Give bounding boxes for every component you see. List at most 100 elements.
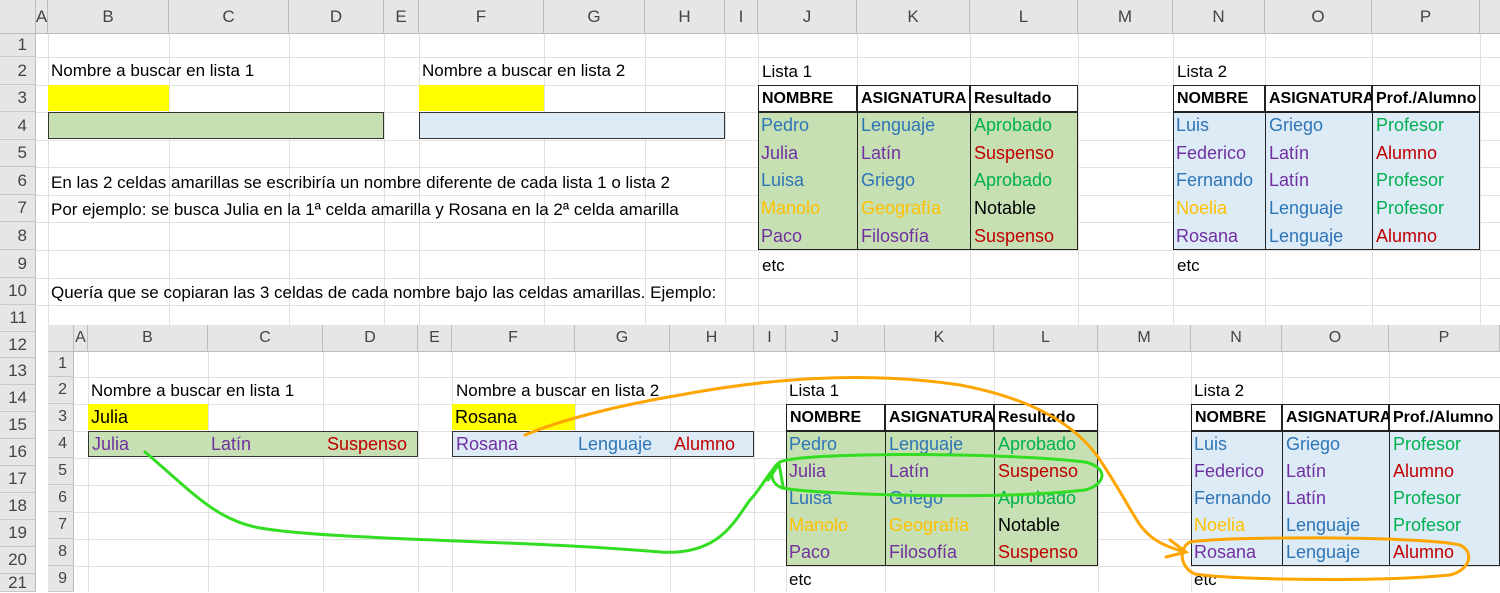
select-all-corner[interactable] [0, 0, 36, 34]
lista2-cell-asignatura[interactable]: Lenguaje [1265, 222, 1372, 250]
row-header-3[interactable]: 3 [0, 85, 36, 112]
lista2-cell-nombre[interactable]: Fernando [1173, 167, 1265, 195]
inner-lista1-cell-nombre[interactable]: Luisa [786, 485, 885, 512]
inner-lista2-cell-nombre[interactable]: Federico [1191, 458, 1282, 485]
search-cell-lista1[interactable] [48, 85, 169, 111]
inner-lista2-cell-rol[interactable]: Alumno [1389, 458, 1500, 485]
lista1-cell-nombre[interactable]: Manolo [758, 195, 857, 223]
inner-lista2-cell-nombre[interactable]: Luis [1191, 431, 1282, 458]
row-header-11[interactable]: 11 [0, 305, 36, 332]
lista2-cell-asignatura[interactable]: Griego [1265, 112, 1372, 140]
column-header-g[interactable]: G [544, 0, 645, 34]
column-header-e[interactable]: E [384, 0, 419, 34]
column-header-b[interactable]: B [48, 0, 169, 34]
lista1-cell-asignatura[interactable]: Filosofía [857, 222, 970, 250]
column-header-h[interactable]: H [645, 0, 725, 34]
inner-lista2-cell-rol[interactable]: Profesor [1389, 512, 1500, 539]
row-header-12[interactable]: 12 [0, 332, 36, 358]
row-header-16[interactable]: 16 [0, 439, 36, 466]
inner-lista2-cell-asignatura[interactable]: Lenguaje [1282, 512, 1389, 539]
inner-lista2-cell-nombre[interactable]: Fernando [1191, 485, 1282, 512]
row-header-7[interactable]: 7 [0, 195, 36, 222]
row-header-10[interactable]: 10 [0, 278, 36, 305]
row-header-18[interactable]: 18 [0, 493, 36, 520]
inner-lista1-cell-resultado[interactable]: Notable [994, 512, 1098, 539]
lista2-cell-asignatura[interactable]: Latín [1265, 139, 1372, 168]
inner-lista2-cell-rol[interactable]: Profesor [1389, 431, 1500, 458]
inner-lista1-cell-asignatura[interactable]: Geografía [885, 512, 994, 539]
lista1-cell-resultado[interactable]: Suspenso [970, 139, 1078, 168]
row-header-6[interactable]: 6 [0, 167, 36, 195]
lista2-cell-rol[interactable]: Alumno [1372, 222, 1480, 250]
lista2-cell-rol[interactable]: Alumno [1372, 139, 1480, 168]
row-header-17[interactable]: 17 [0, 466, 36, 493]
inner-lista1-cell-nombre[interactable]: Manolo [786, 512, 885, 539]
lista2-cell-nombre[interactable]: Noelia [1173, 195, 1265, 223]
lista2-cell-nombre[interactable]: Federico [1173, 140, 1265, 168]
column-header-f[interactable]: F [419, 0, 544, 34]
row-header-19[interactable]: 19 [0, 520, 36, 547]
lista1-cell-asignatura[interactable]: Lenguaje [857, 112, 970, 140]
inner-lista1-cell-resultado[interactable]: Suspenso [994, 539, 1098, 566]
row-header-1[interactable]: 1 [0, 34, 36, 57]
search-cell-lista2[interactable] [419, 85, 544, 111]
result-row-lista2[interactable] [419, 112, 725, 139]
column-header-k[interactable]: K [857, 0, 970, 34]
inner-lista1-cell-asignatura[interactable]: Lenguaje [885, 431, 994, 458]
inner-lista1-cell-resultado[interactable]: Suspenso [994, 458, 1098, 485]
column-header-m[interactable]: M [1078, 0, 1173, 34]
lista1-cell-asignatura[interactable]: Griego [857, 167, 970, 195]
lista2-cell-nombre[interactable]: Luis [1173, 112, 1265, 140]
lista1-cell-nombre[interactable]: Luisa [758, 167, 857, 195]
inner-lista1-cell-nombre[interactable]: Pedro [786, 431, 885, 458]
inner-lista1-cell-resultado[interactable]: Aprobado [994, 485, 1098, 512]
row-header-15[interactable]: 15 [0, 412, 36, 439]
row-header-20[interactable]: 20 [0, 547, 36, 574]
inner-lista1-cell-resultado[interactable]: Aprobado [994, 431, 1098, 458]
inner-lista1-cell-asignatura[interactable]: Griego [885, 485, 994, 512]
inner-lista1-cell-nombre[interactable]: Paco [786, 539, 885, 566]
lista1-cell-nombre[interactable]: Pedro [758, 112, 857, 140]
row-header-5[interactable]: 5 [0, 140, 36, 167]
inner-lista1-cell-asignatura[interactable]: Latín [885, 458, 994, 485]
inner-lista2-cell-rol[interactable]: Profesor [1389, 485, 1500, 512]
row-header-8[interactable]: 8 [0, 222, 36, 250]
row-header-21[interactable]: 21 [0, 573, 36, 592]
result-row-lista1[interactable] [48, 112, 384, 139]
inner-lista2-cell-asignatura[interactable]: Latín [1282, 485, 1389, 512]
column-header-p[interactable]: P [1372, 0, 1480, 34]
column-header-a[interactable]: A [36, 0, 48, 34]
column-header-l[interactable]: L [970, 0, 1078, 34]
inner-lista1-cell-asignatura[interactable]: Filosofía [885, 539, 994, 566]
lista2-cell-asignatura[interactable]: Lenguaje [1265, 194, 1372, 223]
inner-lista2-cell-asignatura[interactable]: Lenguaje [1282, 539, 1389, 566]
column-header-c[interactable]: C [169, 0, 289, 34]
column-header-d[interactable]: D [289, 0, 384, 34]
column-header-n[interactable]: N [1173, 0, 1265, 34]
row-header-2[interactable]: 2 [0, 57, 36, 85]
lista1-cell-asignatura[interactable]: Latín [857, 139, 970, 168]
lista1-cell-asignatura[interactable]: Geografía [857, 194, 970, 223]
lista1-cell-resultado[interactable]: Aprobado [970, 112, 1078, 140]
lista2-cell-rol[interactable]: Profesor [1372, 112, 1480, 140]
lista1-cell-nombre[interactable]: Julia [758, 140, 857, 168]
lista2-cell-asignatura[interactable]: Latín [1265, 167, 1372, 195]
lista1-cell-resultado[interactable]: Aprobado [970, 167, 1078, 195]
inner-lista2-cell-rol[interactable]: Alumno [1389, 539, 1500, 566]
lista1-cell-resultado[interactable]: Suspenso [970, 222, 1078, 250]
column-header-o[interactable]: O [1265, 0, 1372, 34]
row-header-14[interactable]: 14 [0, 385, 36, 412]
inner-lista1-cell-nombre[interactable]: Julia [786, 458, 885, 485]
lista1-cell-nombre[interactable]: Paco [758, 222, 857, 250]
inner-lista2-cell-asignatura[interactable]: Latín [1282, 458, 1389, 485]
column-header-j[interactable]: J [758, 0, 857, 34]
lista2-cell-rol[interactable]: Profesor [1372, 194, 1480, 223]
lista2-cell-rol[interactable]: Profesor [1372, 167, 1480, 195]
inner-lista2-cell-asignatura[interactable]: Griego [1282, 431, 1389, 458]
lista2-cell-nombre[interactable]: Rosana [1173, 222, 1265, 250]
column-header-i[interactable]: I [725, 0, 758, 34]
lista1-cell-resultado[interactable]: Notable [970, 194, 1078, 223]
row-header-9[interactable]: 9 [0, 250, 36, 278]
row-header-4[interactable]: 4 [0, 112, 36, 140]
inner-lista2-cell-nombre[interactable]: Rosana [1191, 539, 1282, 566]
